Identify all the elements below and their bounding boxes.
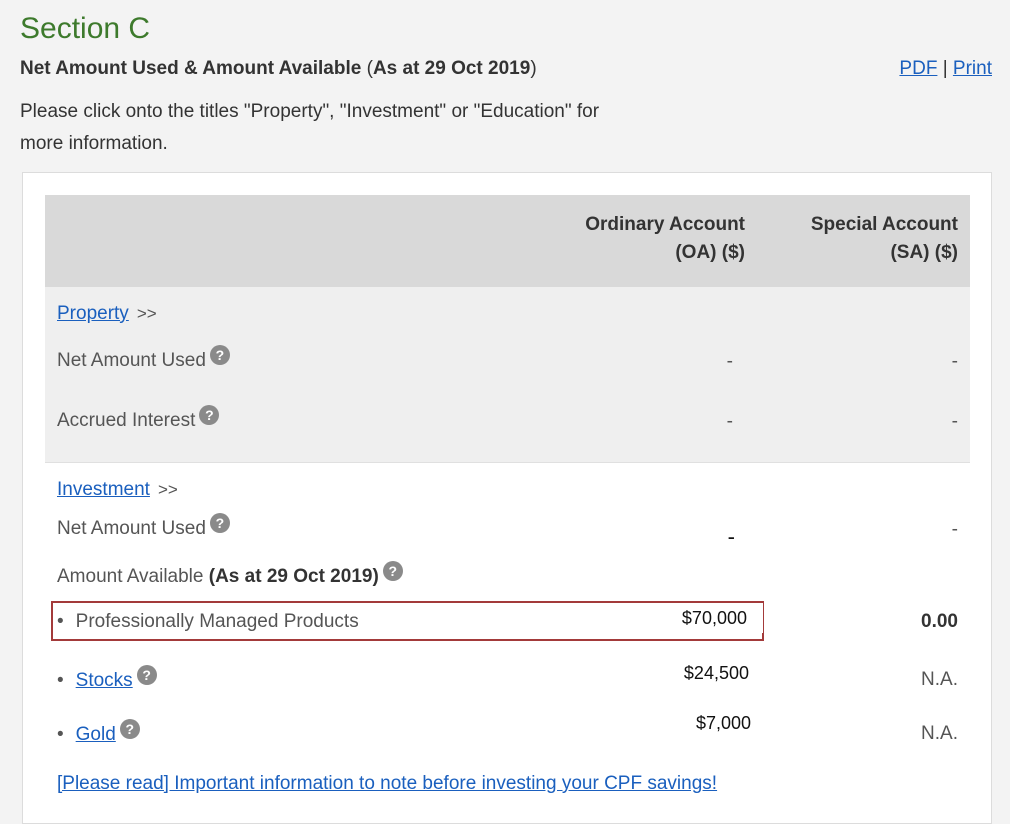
subtitle-main: Net Amount Used & Amount Available: [20, 58, 362, 79]
section-title: Section C: [20, 12, 151, 45]
list-item: • Stocks? N.A.: [57, 665, 958, 692]
stocks-oa-value: $24,500: [645, 653, 765, 693]
amount-available-as-at: (As at 29 Oct 2019): [208, 566, 379, 587]
amounts-panel: Ordinary Account (OA) ($) Special Accoun…: [22, 172, 992, 824]
list-item: • Gold? N.A.: [57, 719, 958, 746]
stocks-link[interactable]: Stocks: [76, 670, 133, 691]
table-row: Accrued Interest? - -: [57, 405, 958, 435]
col-header-sa-line1: Special Account: [810, 214, 958, 235]
property-link[interactable]: Property: [57, 303, 129, 324]
property-accrued-interest-oa: -: [726, 411, 733, 432]
amount-available-label: Amount Available: [57, 566, 209, 587]
investment-net-amount-sa: -: [951, 519, 958, 540]
section-subtitle: Net Amount Used & Amount Available (As a…: [20, 58, 537, 80]
help-icon[interactable]: ?: [199, 405, 220, 425]
investment-section: Investment >> Net Amount Used? - - Amount…: [45, 463, 970, 803]
help-icon[interactable]: ?: [119, 719, 140, 739]
subtitle-as-at: As at 29 Oct 2019: [372, 58, 531, 79]
bullet: •: [57, 611, 64, 632]
print-link[interactable]: Print: [953, 58, 992, 79]
property-title-row: Property >>: [57, 303, 958, 325]
intro-text: Please click onto the titles "Property",…: [20, 101, 600, 154]
important-info-row: [Please read] Important information to n…: [57, 773, 717, 795]
col-header-oa: Ordinary Account (OA) ($): [525, 211, 745, 267]
property-net-amount-oa: -: [726, 351, 733, 372]
gold-sa-value: N.A.: [921, 723, 958, 744]
subtitle-paren-open: (: [361, 58, 373, 79]
help-icon[interactable]: ?: [382, 561, 403, 581]
property-accrued-interest-sa: -: [951, 411, 958, 432]
pdf-link[interactable]: PDF: [899, 58, 937, 79]
export-links: PDF | Print: [899, 58, 992, 80]
gold-oa-value: $7,000: [637, 703, 767, 747]
col-header-oa-line1: Ordinary Account: [585, 214, 745, 235]
amounts-table: Ordinary Account (OA) ($) Special Accoun…: [45, 195, 970, 803]
col-header-oa-line2: (OA) ($): [675, 242, 745, 263]
list-item: • Professionally Managed Products 0.00: [57, 611, 958, 633]
property-section: Property >> Net Amount Used? - - Accrued …: [45, 287, 970, 463]
pmp-sa-value: 0.00: [921, 611, 958, 632]
property-net-amount-sa: -: [951, 351, 958, 372]
property-net-amount-label: Net Amount Used: [57, 350, 206, 371]
help-icon[interactable]: ?: [209, 345, 230, 365]
help-icon[interactable]: ?: [209, 513, 230, 533]
subtitle-paren-close: ): [530, 58, 537, 79]
table-header: Ordinary Account (OA) ($) Special Accoun…: [45, 195, 970, 287]
bullet: •: [57, 670, 64, 691]
investment-net-amount-label: Net Amount Used: [57, 518, 206, 539]
important-info-link[interactable]: [Please read] Important information to n…: [57, 773, 717, 794]
link-separator: |: [937, 58, 953, 79]
bullet: •: [57, 724, 64, 745]
col-header-sa: Special Account (SA) ($): [758, 211, 958, 267]
col-header-sa-line2: (SA) ($): [890, 242, 958, 263]
amount-available-row: Amount Available (As at 29 Oct 2019)?: [57, 561, 958, 588]
table-row: Net Amount Used? - -: [57, 345, 958, 375]
investment-arrows: >>: [157, 480, 178, 499]
investment-link[interactable]: Investment: [57, 479, 150, 500]
stocks-sa-value: N.A.: [921, 669, 958, 690]
pmp-oa-value: $70,000: [637, 603, 763, 633]
gold-link[interactable]: Gold: [76, 724, 116, 745]
help-icon[interactable]: ?: [136, 665, 157, 685]
investment-net-amount-oa: -: [637, 511, 765, 551]
investment-title-row: Investment >>: [57, 479, 958, 501]
property-arrows: >>: [136, 304, 157, 323]
pmp-label: Professionally Managed Products: [75, 611, 359, 632]
table-row: Net Amount Used? -: [57, 513, 958, 543]
property-accrued-interest-label: Accrued Interest: [57, 410, 196, 431]
